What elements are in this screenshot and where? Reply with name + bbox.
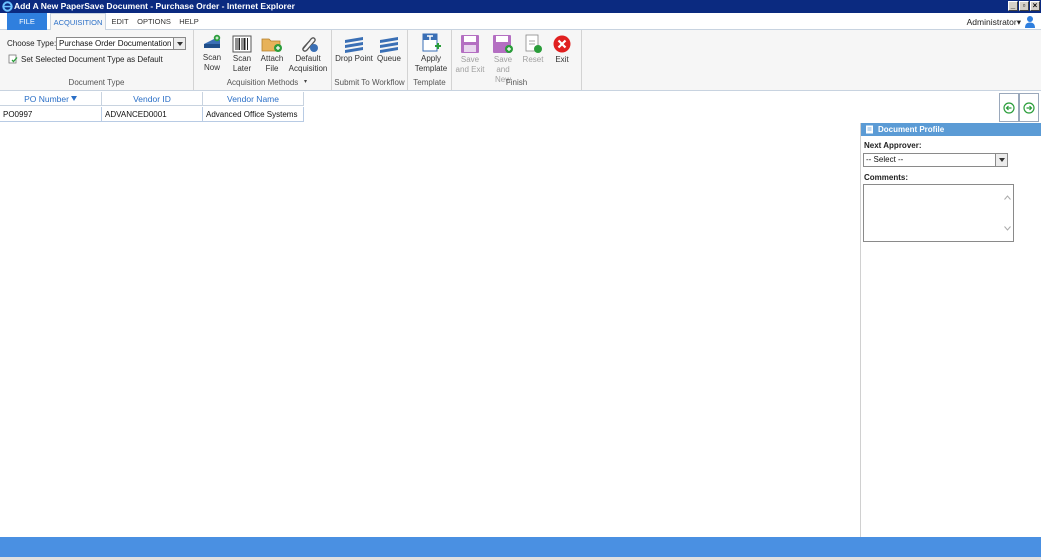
attach-file-label: Attach File: [260, 54, 284, 73]
template-group-label: Template: [413, 78, 446, 87]
cell-po-number: PO0997: [0, 107, 102, 122]
reset-icon: [525, 34, 542, 53]
queue-button[interactable]: Queue: [375, 35, 403, 64]
document-type-value: Purchase Order Documentation: [59, 39, 172, 48]
scan-later-button[interactable]: Scan Later: [229, 35, 255, 74]
save-and-exit-button[interactable]: Save and Exit: [455, 34, 485, 75]
set-default-label: Set Selected Document Type as Default: [21, 55, 163, 64]
ie-icon: [2, 1, 13, 12]
comments-label: Comments:: [864, 173, 909, 182]
apply-template-label: Apply Template: [414, 54, 448, 73]
set-default-type-button[interactable]: Set Selected Document Type as Default: [8, 54, 163, 64]
column-header-vendor-name[interactable]: Vendor Name: [203, 92, 304, 106]
scan-now-label: Scan Now: [202, 53, 222, 72]
status-bar: [0, 537, 1041, 557]
grid-header: PO Number Vendor ID Vendor Name: [0, 92, 304, 106]
user-name: Administrator: [966, 17, 1017, 27]
paperclip-icon: [302, 37, 318, 52]
template-icon: [422, 33, 441, 52]
cell-vendor-name: Advanced Office Systems: [203, 107, 304, 122]
choose-type-label: Choose Type:: [7, 39, 57, 48]
arrow-left-icon: [1003, 102, 1015, 114]
floppy-disk-add-icon: [493, 35, 513, 53]
close-circle-icon: [553, 35, 571, 53]
panel-divider[interactable]: [860, 123, 861, 537]
scanner-icon: [204, 34, 221, 48]
scan-later-label: Scan Later: [232, 54, 252, 73]
reset-button[interactable]: Reset: [520, 34, 546, 65]
column-header-label: PO Number: [24, 94, 69, 104]
document-type-group: Choose Type: Purchase Order Documentatio…: [0, 30, 194, 90]
next-approver-label: Next Approver:: [864, 141, 922, 150]
scan-now-button[interactable]: Scan Now: [199, 32, 225, 73]
folder-add-icon: [261, 38, 282, 52]
next-approver-value: -- Select --: [866, 155, 904, 164]
document-profile-header[interactable]: Document Profile: [861, 123, 1041, 136]
cell-vendor-id: ADVANCED0001: [102, 107, 203, 122]
window-title: Add A New PaperSave Document - Purchase …: [14, 1, 295, 11]
queue-label: Queue: [376, 54, 402, 63]
barcode-icon: [232, 35, 252, 53]
tab-edit[interactable]: EDIT: [108, 13, 132, 30]
next-approver-select[interactable]: -- Select --: [863, 153, 1008, 167]
restore-button[interactable]: ▫: [1019, 1, 1029, 11]
acquisition-methods-group-label: Acquisition Methods: [226, 78, 299, 87]
tab-acquisition[interactable]: ACQUISITION: [50, 13, 106, 31]
set-default-icon: [8, 54, 18, 64]
drop-point-label: Drop Point: [335, 54, 373, 63]
window-controls: _ ▫ ×: [1008, 1, 1040, 11]
user-menu[interactable]: Administrator▾: [967, 13, 1021, 30]
finish-group-label: Finish: [505, 78, 528, 87]
arrow-right-icon: [1023, 102, 1035, 114]
window-title-bar: Add A New PaperSave Document - Purchase …: [0, 0, 1041, 13]
user-icon: [1025, 16, 1035, 28]
document-profile-title: Document Profile: [878, 125, 945, 134]
close-window-button[interactable]: ×: [1030, 1, 1040, 11]
tab-help[interactable]: HELP: [177, 13, 201, 30]
menu-tab-bar: FILE ACQUISITION EDIT OPTIONS HELP Admin…: [0, 13, 1041, 31]
stack-icon: [345, 37, 363, 53]
save-and-exit-label: Save and Exit: [455, 55, 485, 74]
submit-workflow-group: Drop Point Queue Submit To Workflow: [332, 30, 408, 90]
queue-icon: [380, 37, 398, 53]
chevron-down-icon: [995, 154, 1007, 166]
column-header-vendor-id[interactable]: Vendor ID: [102, 92, 203, 106]
next-record-button[interactable]: [1019, 93, 1039, 122]
attach-file-button[interactable]: Attach File: [258, 35, 286, 74]
acquisition-methods-group: Scan Now Scan Later Attach File Default …: [194, 30, 332, 90]
document-icon: [866, 125, 873, 134]
tab-options[interactable]: OPTIONS: [135, 13, 173, 30]
tab-file[interactable]: FILE: [7, 13, 47, 30]
apply-template-button[interactable]: Apply Template: [413, 33, 449, 74]
drop-point-button[interactable]: Drop Point: [335, 35, 373, 64]
exit-label: Exit: [555, 55, 569, 64]
submit-workflow-group-label: Submit To Workflow: [334, 78, 405, 87]
previous-record-button[interactable]: [999, 93, 1019, 122]
reset-label: Reset: [522, 55, 544, 64]
exit-button[interactable]: Exit: [549, 34, 575, 65]
default-acquisition-button[interactable]: Default Acquisition: [287, 35, 329, 74]
scroll-up-icon[interactable]: [1004, 195, 1011, 200]
table-row[interactable]: PO0997 ADVANCED0001 Advanced Office Syst…: [0, 107, 304, 122]
default-acquisition-label: Default Acquisition: [288, 54, 328, 73]
column-header-po-number[interactable]: PO Number: [0, 92, 102, 106]
ribbon: Choose Type: Purchase Order Documentatio…: [0, 30, 1041, 91]
chevron-down-icon: [173, 38, 185, 49]
document-type-select[interactable]: Purchase Order Documentation: [56, 37, 186, 50]
floppy-disk-icon: [461, 35, 479, 53]
template-group: Apply Template Template: [408, 30, 452, 90]
finish-group: Save and Exit Save and New Reset Exit Fi…: [452, 30, 582, 90]
comments-textarea[interactable]: [863, 184, 1014, 242]
minimize-button[interactable]: _: [1008, 1, 1018, 11]
document-type-group-label: Document Type: [68, 78, 125, 87]
sort-descending-icon: [70, 96, 77, 101]
scroll-down-icon[interactable]: [1004, 226, 1011, 231]
